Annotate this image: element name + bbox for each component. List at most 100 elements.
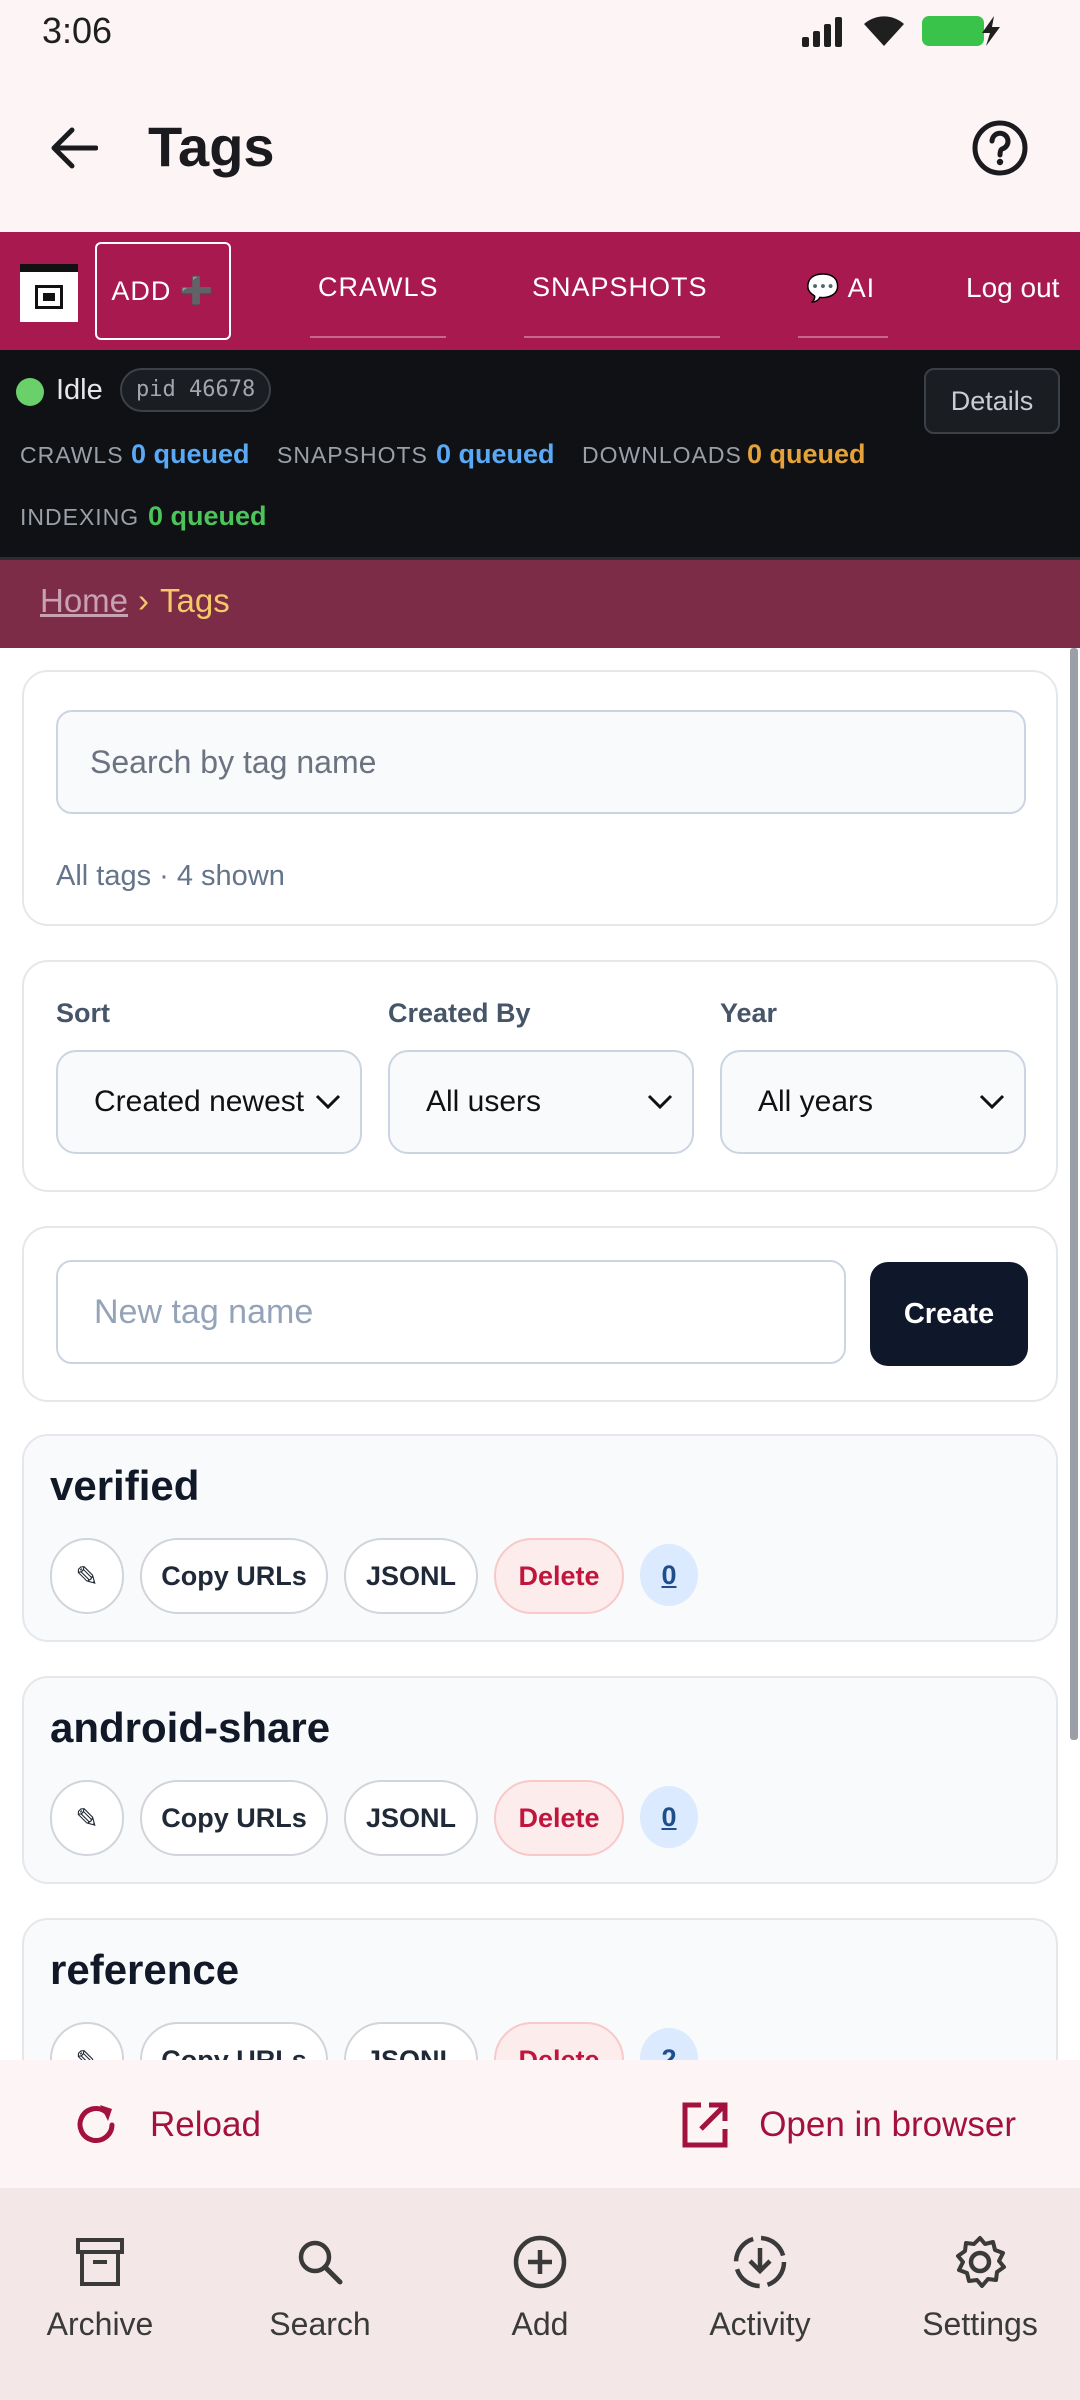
copy-urls-button[interactable]: Copy URLs [140,2022,328,2060]
nav-underline [798,336,888,338]
open-in-browser-label: Open in browser [759,2105,1016,2144]
queue-label-indexing: INDEXING [20,504,140,530]
reload-button[interactable]: Reload [70,2090,261,2160]
tag-name: verified [50,1462,200,1509]
tag-card: android-share ✎ Copy URLs JSONL Delete 0 [22,1676,1058,1884]
tag-count-link[interactable]: 0 [640,1544,698,1606]
gear-icon [956,2236,1006,2288]
queue-value-downloads: 0 queued [747,439,866,469]
reload-label: Reload [150,2105,261,2144]
nav-link-snapshots[interactable]: SNAPSHOTS [532,272,708,303]
chevron-down-icon [315,1094,341,1110]
search-icon [298,2240,343,2285]
server-state: Idle [56,374,103,406]
created-by-select-value: All users [426,1085,542,1118]
year-select[interactable]: All years [720,1050,1026,1154]
copy-urls-button[interactable]: Copy URLs [140,1780,328,1856]
bottom-nav-add[interactable]: Add [440,2232,640,2343]
logout-link[interactable]: Log out [966,272,1059,304]
year-label: Year [720,998,778,1028]
jsonl-button[interactable]: JSONL [344,1780,478,1856]
action-bar: Reload Open in browser [0,2060,1080,2188]
queue-value-snapshots: 0 queued [436,439,555,469]
chevron-down-icon [979,1094,1005,1110]
tags-summary: All tags · 4 shown [56,860,285,892]
add-circle-icon [513,2235,567,2289]
queue-value-indexing: 0 queued [148,501,267,531]
web-nav-bar: ADD ➕ CRAWLS SNAPSHOTS 💬 AI Log out [0,232,1080,350]
tags-content: All tags · 4 shown Sort Created newest C… [0,648,1080,2060]
queue-label-downloads: DOWNLOADS [582,442,742,468]
status-time: 3:06 [42,10,113,51]
open-in-browser-button[interactable]: Open in browser [679,2090,1016,2160]
help-circle-icon [972,120,1028,176]
app-screen: 3:06 Tags ADD ➕ CRAWLS SNAPSHOTS 💬 AI Lo… [0,0,1080,2400]
queue-label-crawls: CRAWLS [20,442,124,468]
breadcrumb-home-link[interactable]: Home [40,582,128,620]
new-tag-card: Create [22,1226,1058,1402]
pencil-icon: ✎ [75,2044,99,2061]
create-tag-button[interactable]: Create [870,1262,1028,1366]
logo-mark [35,285,63,309]
archive-logo-icon[interactable] [20,264,78,322]
add-nav-button[interactable]: ADD ➕ [95,242,231,340]
back-button[interactable] [44,118,104,178]
pencil-icon: ✎ [75,1802,99,1834]
jsonl-button[interactable]: JSONL [344,1538,478,1614]
created-by-select[interactable]: All users [388,1050,694,1154]
bottom-nav-label: Add [511,2306,569,2342]
open-external-icon [682,2102,728,2148]
signal-icon [802,17,842,47]
edit-tag-button[interactable]: ✎ [50,1538,124,1614]
bottom-nav-activity[interactable]: Activity [660,2232,860,2343]
help-button[interactable] [970,118,1030,178]
status-dot [16,378,44,406]
jsonl-button[interactable]: JSONL [344,2022,478,2060]
page-title: Tags [148,115,275,178]
copy-urls-button[interactable]: Copy URLs [140,1538,328,1614]
pid-badge: pid 46678 [120,368,272,412]
sort-label: Sort [56,998,110,1028]
status-icons [800,14,1004,48]
nav-underline [524,336,720,338]
tag-card: reference ✎ Copy URLs JSONL Delete 2 [22,1918,1058,2060]
battery-charging-icon [922,16,1000,46]
bottom-nav-label: Archive [46,2306,154,2342]
bottom-nav: Archive Search Add Activity Settings [0,2188,1080,2400]
new-tag-input[interactable] [56,1260,846,1364]
details-button[interactable]: Details [924,368,1060,434]
nav-link-ai[interactable]: 💬 AI [806,272,875,304]
app-bar: Tags [0,60,1080,232]
bottom-nav-label: Activity [709,2306,811,2342]
bottom-nav-settings[interactable]: Settings [880,2232,1080,2343]
delete-tag-button[interactable]: Delete [494,1538,624,1614]
nav-link-crawls[interactable]: CRAWLS [318,272,439,303]
tag-card: verified ✎ Copy URLs JSONL Delete 0 [22,1434,1058,1642]
breadcrumb-separator: › [138,582,149,619]
page-scrollbar[interactable] [1070,648,1078,1740]
sort-select[interactable]: Created newest [56,1050,362,1154]
sort-select-value: Created newest [94,1085,305,1118]
bottom-nav-label: Search [269,2306,371,2342]
chevron-down-icon [647,1094,673,1110]
bottom-nav-search[interactable]: Search [220,2232,420,2343]
tag-search-input[interactable] [56,710,1026,814]
wifi-icon [864,16,904,46]
bottom-nav-archive[interactable]: Archive [0,2232,200,2343]
refresh-icon [77,2105,115,2143]
edit-tag-button[interactable]: ✎ [50,1780,124,1856]
delete-tag-button[interactable]: Delete [494,1780,624,1856]
delete-tag-button[interactable]: Delete [494,2022,624,2060]
year-select-value: All years [758,1085,874,1118]
search-card: All tags · 4 shown [22,670,1058,926]
bottom-nav-label: Settings [922,2306,1038,2342]
edit-tag-button[interactable]: ✎ [50,2022,124,2060]
queue-label-snapshots: SNAPSHOTS [277,442,428,468]
tag-count-link[interactable]: 2 [640,2028,698,2060]
pencil-icon: ✎ [75,1560,99,1592]
nav-underline [310,336,446,338]
tag-name: reference [50,1946,240,1993]
tag-name: android-share [50,1704,331,1751]
breadcrumb: Home › Tags [0,560,1080,648]
tag-count-link[interactable]: 0 [640,1786,698,1848]
